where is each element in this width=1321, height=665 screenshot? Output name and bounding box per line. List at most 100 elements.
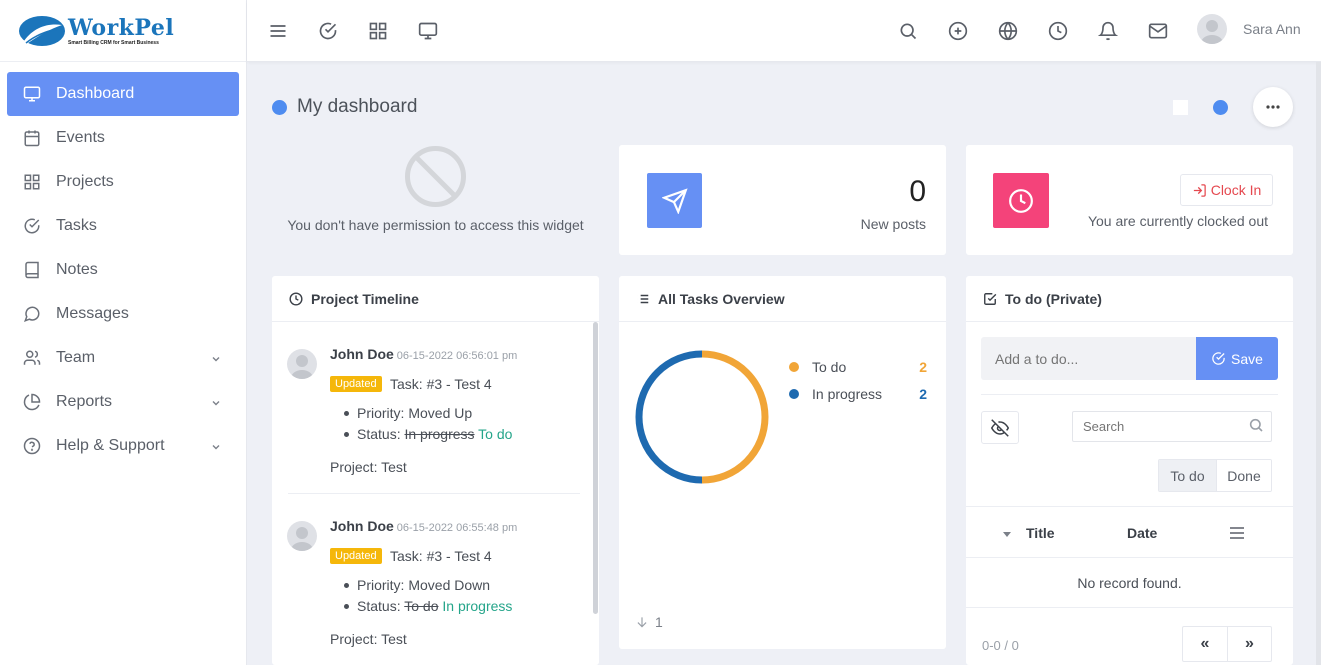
sidebar-item-label: Tasks — [56, 217, 97, 234]
sidebar-item-reports[interactable]: Reports — [7, 380, 239, 424]
sidebar-item-help-support[interactable]: Help & Support — [7, 424, 239, 468]
column-menu-icon[interactable] — [1229, 526, 1245, 543]
status-new: In progress — [442, 598, 513, 614]
timeline-date: 06-15-2022 06:55:48 pm — [396, 522, 518, 534]
bell-icon[interactable] — [1096, 19, 1120, 43]
logo[interactable]: WorkPel Smart Billing CRM for Smart Busi… — [0, 0, 246, 62]
todo-input[interactable] — [981, 337, 1197, 380]
sidebar-item-label: Events — [56, 129, 105, 146]
panel-title: Project Timeline — [311, 290, 419, 307]
legend-item-in-progress[interactable]: In progress 2 — [789, 386, 927, 402]
topbar: Sara Ann — [247, 0, 1321, 62]
status-label: Status: — [357, 426, 401, 442]
chevron-down-icon[interactable] — [211, 351, 221, 369]
panel-header: Project Timeline — [272, 276, 599, 322]
sort-caret-icon[interactable] — [1003, 532, 1011, 537]
logo-name: WorkPel — [68, 14, 175, 41]
grid-icon[interactable] — [366, 19, 390, 43]
timeline-author: John Doe 06-15-2022 06:56:01 pm — [330, 346, 517, 362]
user-name[interactable]: Sara Ann — [1243, 21, 1301, 37]
save-button[interactable]: Save — [1196, 337, 1278, 380]
plus-circle-icon[interactable] — [946, 19, 970, 43]
sidebar-item-label: Messages — [56, 305, 129, 322]
new-posts-count: 0 — [909, 175, 926, 208]
donut-slice-in-progress[interactable] — [635, 350, 703, 484]
page-scrollbar[interactable] — [1316, 62, 1321, 665]
search-input[interactable] — [1072, 411, 1272, 442]
users-icon — [23, 349, 41, 367]
donut-slice-to-do[interactable] — [701, 350, 769, 484]
status-old: To do — [404, 598, 439, 614]
timeline-author: John Doe 06-15-2022 06:55:48 pm — [330, 518, 517, 534]
dashboard-selector-white[interactable] — [1173, 100, 1188, 115]
status-new: To do — [478, 426, 513, 442]
search-icon[interactable] — [896, 19, 920, 43]
scrollbar[interactable] — [593, 322, 598, 614]
chevron-down-icon[interactable] — [211, 439, 221, 457]
tab-todo[interactable]: To do — [1159, 460, 1216, 491]
monitor-icon — [23, 85, 41, 103]
sidebar-item-label: Help & Support — [56, 437, 165, 454]
check-circle-icon[interactable] — [316, 19, 340, 43]
sidebar-item-tasks[interactable]: Tasks — [7, 204, 239, 248]
send-icon — [647, 173, 702, 228]
sidebar-item-label: Dashboard — [56, 85, 135, 102]
log-in-icon — [1193, 183, 1206, 197]
search-icon — [1249, 418, 1263, 432]
page-title: My dashboard — [272, 96, 417, 118]
column-date[interactable]: Date — [1127, 525, 1157, 541]
clock-in-widget: Clock In You are currently clocked out — [966, 145, 1293, 255]
sidebar-item-notes[interactable]: Notes — [7, 248, 239, 292]
author-name[interactable]: John Doe — [330, 518, 394, 534]
timeline-task[interactable]: Task: #3 - Test 4 — [390, 376, 492, 392]
legend-dot — [789, 362, 799, 372]
clock-in-button[interactable]: Clock In — [1180, 174, 1273, 206]
list-icon — [636, 292, 650, 306]
monitor-icon[interactable] — [416, 19, 440, 43]
sidebar-item-label: Projects — [56, 173, 114, 190]
next-page-button[interactable]: » — [1227, 627, 1271, 661]
author-name[interactable]: John Doe — [330, 346, 394, 362]
mail-icon[interactable] — [1146, 19, 1170, 43]
sidebar-item-events[interactable]: Events — [7, 116, 239, 160]
hide-toggle-button[interactable] — [981, 411, 1019, 444]
legend-item-todo[interactable]: To do 2 — [789, 359, 927, 375]
help-circle-icon — [23, 437, 41, 455]
clock-icon — [289, 291, 303, 306]
pie-chart-icon — [23, 393, 41, 411]
more-options-button[interactable] — [1253, 87, 1293, 127]
sidebar-item-projects[interactable]: Projects — [7, 160, 239, 204]
sidebar-item-label: Team — [56, 349, 96, 366]
timeline-task[interactable]: Task: #3 - Test 4 — [390, 548, 492, 564]
no-permission-widget: You don't have permission to access this… — [272, 145, 599, 255]
panel-header: All Tasks Overview — [619, 276, 946, 322]
todo-private-widget: To do (Private) Save To do Done Title Da… — [966, 276, 1293, 665]
pagination: « » — [1182, 626, 1272, 662]
sidebar-item-team[interactable]: Team — [7, 336, 239, 380]
menu-icon[interactable] — [266, 19, 290, 43]
clock-icon[interactable] — [1046, 19, 1070, 43]
page-title-text: My dashboard — [297, 96, 418, 117]
timeline-date: 06-15-2022 06:56:01 pm — [396, 350, 518, 362]
status-label: Status: — [357, 598, 401, 614]
sidebar-item-messages[interactable]: Messages — [7, 292, 239, 336]
sidebar-item-label: Reports — [56, 393, 113, 410]
status-old: In progress — [404, 426, 475, 442]
new-posts-widget[interactable]: 0 New posts — [619, 145, 946, 255]
column-title[interactable]: Title — [1026, 525, 1055, 541]
save-label: Save — [1231, 350, 1263, 367]
chevron-down-icon[interactable] — [211, 395, 221, 413]
globe-icon[interactable] — [996, 19, 1020, 43]
tab-done[interactable]: Done — [1216, 460, 1271, 491]
timeline-project: Project: Test — [330, 631, 407, 647]
tasks-footer-count: 1 — [655, 614, 663, 630]
panel-title: To do (Private) — [1005, 290, 1102, 307]
priority-value: Moved Up — [408, 405, 473, 421]
avatar — [287, 349, 317, 379]
dashboard-selector-blue[interactable] — [1213, 100, 1228, 115]
ellipsis-icon — [1266, 105, 1280, 109]
avatar[interactable] — [1197, 14, 1227, 44]
legend-label: To do — [812, 359, 847, 375]
sidebar-item-dashboard[interactable]: Dashboard — [7, 72, 239, 116]
prev-page-button[interactable]: « — [1183, 627, 1227, 661]
